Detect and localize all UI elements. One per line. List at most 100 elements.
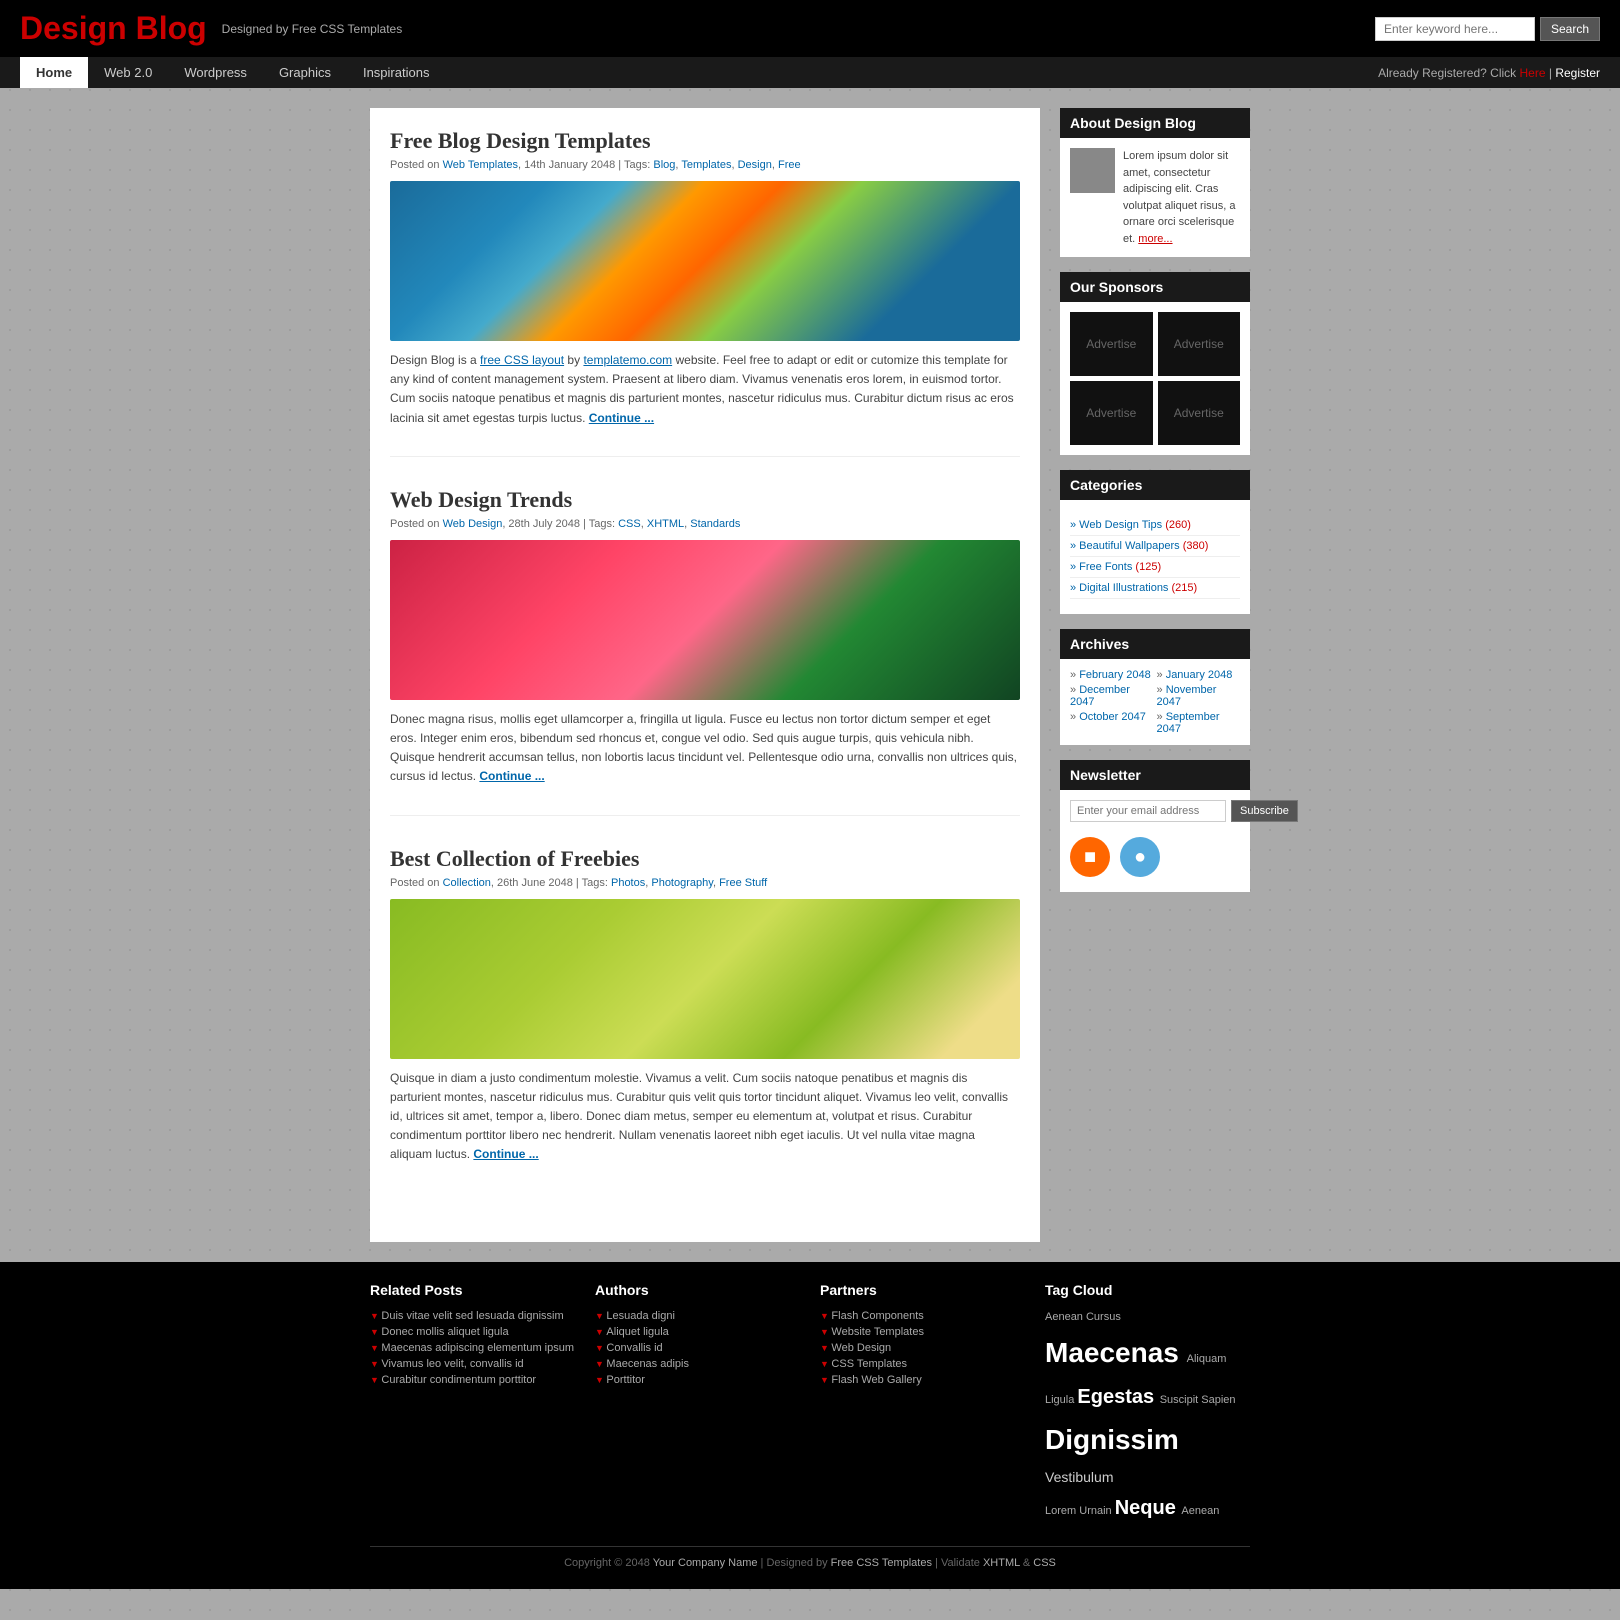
post-1-link-templatemo[interactable]: templatemo.com [583,353,672,367]
tag-aliquam[interactable]: Aliquam [1187,1353,1227,1365]
post-2-continue[interactable]: Continue ... [479,769,544,783]
category-link-digital-illustrations[interactable]: » Digital Illustrations (215) [1070,582,1197,594]
footer-partners-title: Partners [820,1282,1025,1298]
archive-dec-2047[interactable]: December 2047 [1070,684,1154,708]
nav-item-graphics[interactable]: Graphics [263,57,347,88]
related-link-3[interactable]: Maecenas adipiscing elementum ipsum [381,1342,574,1354]
related-link-5[interactable]: Curabitur condimentum porttitor [381,1374,536,1386]
partner-link-website-templates[interactable]: Website Templates [831,1326,924,1338]
post-1-tag-templates[interactable]: Templates [681,159,731,171]
post-1-tag-free[interactable]: Free [778,159,801,171]
about-body: Lorem ipsum dolor sit amet, consectetur … [1123,150,1236,245]
navigation: Home Web 2.0 Wordpress Graphics Inspirat… [0,57,1620,88]
css-link[interactable]: CSS [1033,1557,1056,1569]
archive-oct-2047[interactable]: October 2047 [1070,711,1154,735]
partner-link-web-design[interactable]: Web Design [831,1342,891,1354]
post-3-tag-photography[interactable]: Photography [651,877,713,889]
post-2-tag-css[interactable]: CSS [618,518,641,530]
footer-tag-cloud-title: Tag Cloud [1045,1282,1250,1298]
category-link-wallpapers[interactable]: » Beautiful Wallpapers (380) [1070,540,1208,552]
post-3-continue[interactable]: Continue ... [473,1147,538,1161]
archive-sep-2047[interactable]: September 2047 [1157,711,1241,735]
sponsors-content: Advertise Advertise Advertise Advertise [1060,302,1250,455]
nav-item-web20[interactable]: Web 2.0 [88,57,168,88]
tag-sapien[interactable]: Sapien [1201,1394,1235,1406]
nav-item-wordpress[interactable]: Wordpress [168,57,263,88]
post-3-image [390,899,1020,1059]
category-link-web-design-tips[interactable]: » Web Design Tips (260) [1070,519,1191,531]
nav-register-link[interactable]: Register [1555,66,1600,80]
about-thumbnail [1070,148,1115,193]
search-button[interactable]: Search [1540,17,1600,41]
post-3-meta-link-collection[interactable]: Collection [443,877,491,889]
advertise-2[interactable]: Advertise [1158,312,1241,376]
post-2-tag-standards[interactable]: Standards [690,518,740,530]
post-1-meta-link-web-templates[interactable]: Web Templates [443,159,518,171]
post-2: Web Design Trends Posted on Web Design, … [390,487,1020,816]
tag-aenean[interactable]: Aenean [1045,1311,1086,1323]
author-link-2[interactable]: Aliquet ligula [606,1326,668,1338]
nav-item-inspirations[interactable]: Inspirations [347,57,445,88]
tag-suscipit[interactable]: Suscipit [1160,1394,1202,1406]
author-link-4[interactable]: Maecenas adipis [606,1358,689,1370]
tag-cursus[interactable]: Cursus [1086,1311,1121,1323]
nav-register: Already Registered? Click Here | Registe… [1378,66,1600,80]
newsletter-email-input[interactable] [1070,800,1226,822]
advertise-3[interactable]: Advertise [1070,381,1153,445]
tag-urnain[interactable]: Urnain [1079,1505,1114,1517]
partner-3: Web Design [820,1340,1025,1356]
author-5: Porttitor [595,1372,800,1388]
post-1-link-css[interactable]: free CSS layout [480,353,564,367]
advertise-4[interactable]: Advertise [1158,381,1241,445]
social-icons: ■ ● [1070,832,1240,882]
tag-dignissim[interactable]: Dignissim [1045,1424,1179,1455]
category-web-design-tips: » Web Design Tips (260) [1070,515,1240,536]
partner-link-css-templates[interactable]: CSS Templates [831,1358,907,1370]
post-1-continue[interactable]: Continue ... [589,411,654,425]
tag-aenean2[interactable]: Aenean [1181,1505,1219,1517]
post-3-meta: Posted on Collection, 26th June 2048 | T… [390,877,1020,889]
nav-item-home[interactable]: Home [20,57,88,88]
author-link-3[interactable]: Convallis id [606,1342,662,1354]
nav-here-link[interactable]: Here [1520,66,1546,80]
category-free-fonts: » Free Fonts (125) [1070,557,1240,578]
tag-maecenas[interactable]: Maecenas [1045,1337,1187,1368]
post-1-tag-design[interactable]: Design [738,159,772,171]
author-link-1[interactable]: Lesuada digni [606,1310,675,1322]
newsletter-subscribe-button[interactable]: Subscribe [1231,800,1298,822]
tag-egestas[interactable]: Egestas [1077,1386,1159,1408]
partner-5: Flash Web Gallery [820,1372,1025,1388]
tag-ligula[interactable]: Ligula [1045,1394,1077,1406]
author-link-5[interactable]: Porttitor [606,1374,645,1386]
post-3-tag-photos[interactable]: Photos [611,877,645,889]
partner-link-flash-components[interactable]: Flash Components [831,1310,923,1322]
post-1-body: Design Blog is a free CSS layout by temp… [390,351,1020,428]
tag-lorem[interactable]: Lorem [1045,1505,1079,1517]
archive-feb-2048[interactable]: February 2048 [1070,669,1154,681]
post-2-tag-xhtml[interactable]: XHTML [647,518,684,530]
sponsors-title: Our Sponsors [1060,272,1250,302]
post-2-meta-link-web-design[interactable]: Web Design [443,518,503,530]
related-link-1[interactable]: Duis vitae velit sed lesuada dignissim [381,1310,563,1322]
newsletter-form: Subscribe [1070,800,1240,822]
related-link-4[interactable]: Vivamus leo velit, convallis id [381,1358,523,1370]
tag-neque[interactable]: Neque [1115,1497,1182,1519]
twitter-icon[interactable]: ● [1120,837,1160,877]
partner-link-flash-web-gallery[interactable]: Flash Web Gallery [831,1374,921,1386]
tag-vestibulum[interactable]: Vestibulum [1045,1469,1113,1485]
archive-nov-2047[interactable]: November 2047 [1157,684,1241,708]
advertise-1[interactable]: Advertise [1070,312,1153,376]
archive-jan-2048[interactable]: January 2048 [1157,669,1241,681]
post-1-tag-blog[interactable]: Blog [653,159,675,171]
post-3-tag-free-stuff[interactable]: Free Stuff [719,877,767,889]
category-link-free-fonts[interactable]: » Free Fonts (125) [1070,561,1161,573]
free-css-link[interactable]: Free CSS Templates [831,1557,932,1569]
rss-icon[interactable]: ■ [1070,837,1110,877]
search-input[interactable] [1375,17,1535,41]
company-link[interactable]: Your Company Name [653,1557,758,1569]
related-5: Curabitur condimentum porttitor [370,1372,575,1388]
partner-1: Flash Components [820,1308,1025,1324]
xhtml-link[interactable]: XHTML [983,1557,1020,1569]
about-more-link[interactable]: more... [1138,233,1172,245]
related-link-2[interactable]: Donec mollis aliquet ligula [381,1326,508,1338]
